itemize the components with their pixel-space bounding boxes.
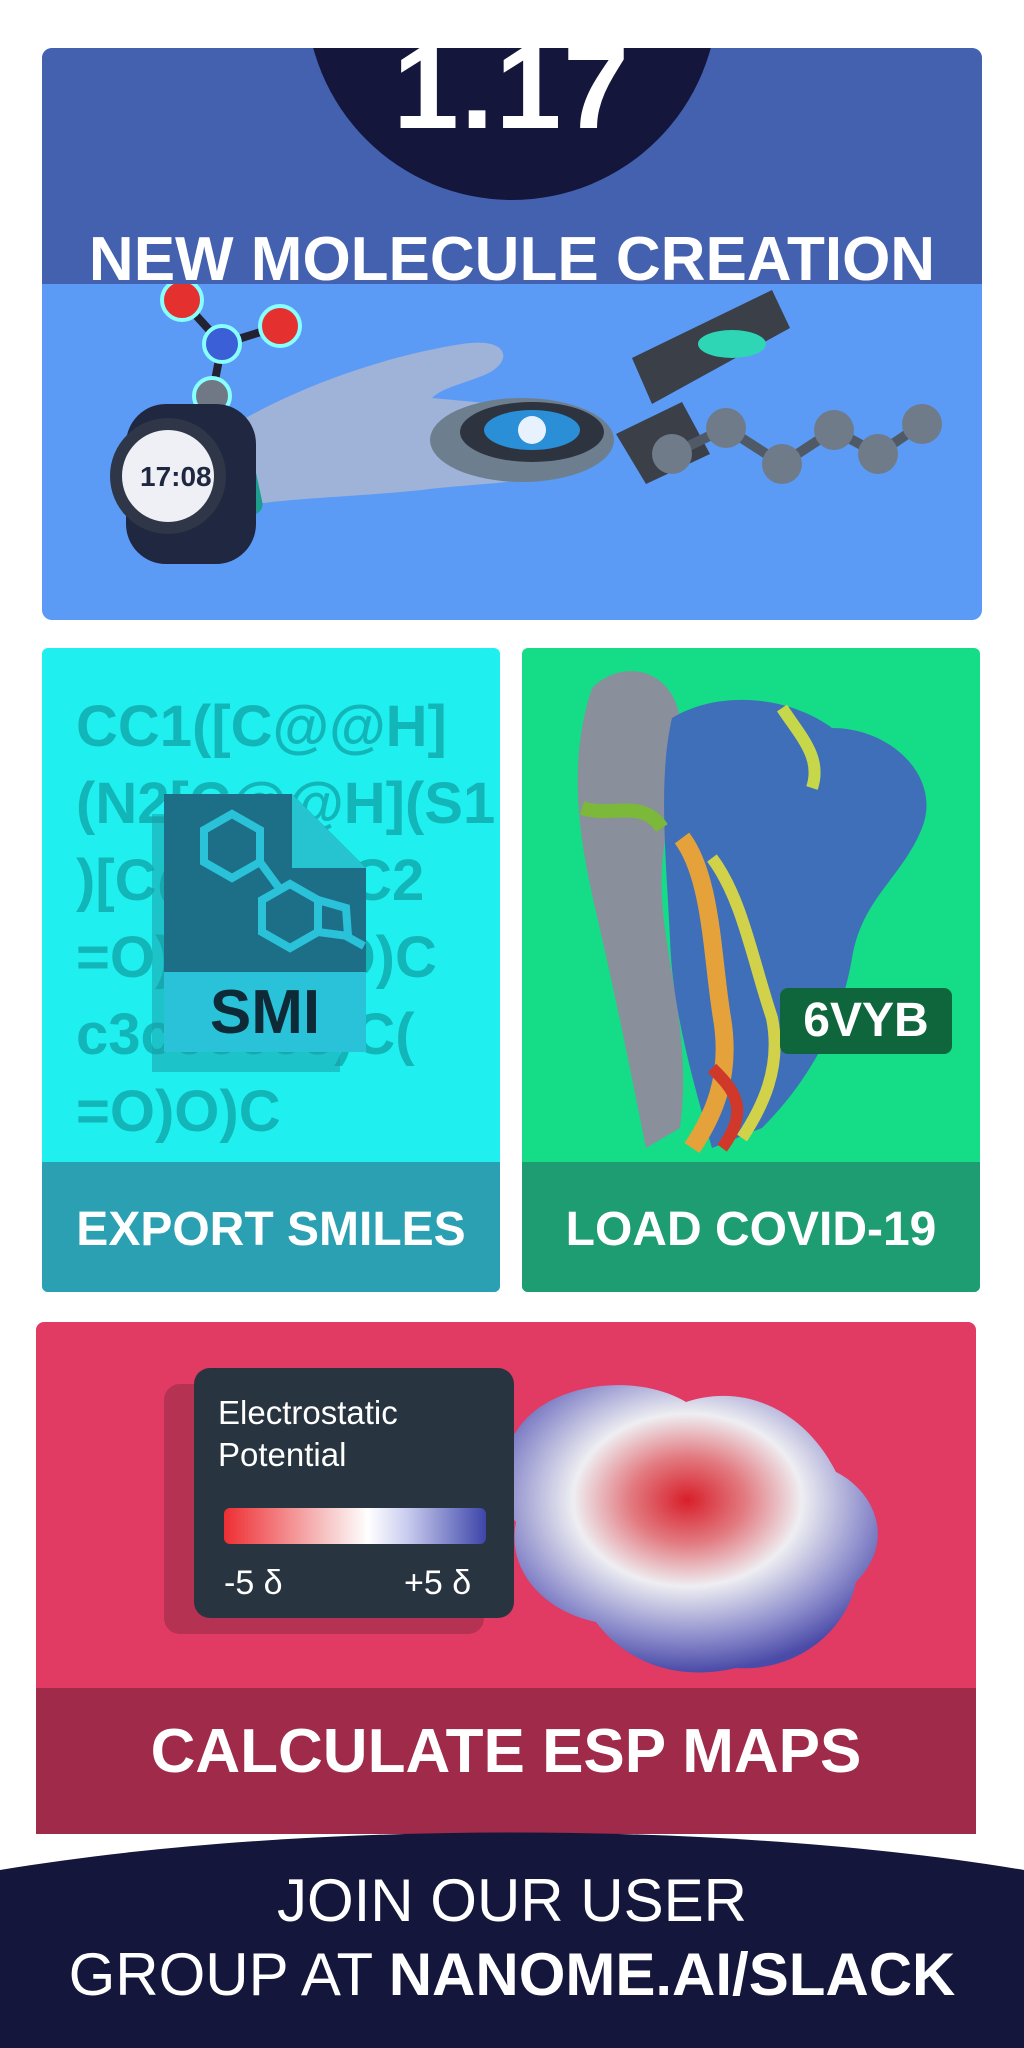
smi-file-label: SMI xyxy=(209,978,321,1047)
export-smiles-card[interactable]: CC1([C@@H] (N2[C@@H](S1 )[C@@H](C2 =O)N(… xyxy=(42,648,500,1292)
smi-file-icon: SMI xyxy=(142,790,382,1076)
watch-icon: 17:08 xyxy=(110,404,256,564)
legend-color-scale xyxy=(224,1508,486,1544)
pdb-id-badge: 6VYB xyxy=(780,988,952,1054)
footer-line-1: JOIN OUR USER xyxy=(276,1867,748,1934)
floating-molecule-icon xyxy=(160,284,302,416)
esp-surface-image xyxy=(497,1385,878,1673)
slack-link[interactable]: NANOME.AI/SLACK xyxy=(389,1941,956,2008)
esp-legend-card: Electrostatic Potential -5 δ +5 δ xyxy=(194,1368,514,1618)
footer-line-2-prefix: GROUP AT xyxy=(68,1941,389,2008)
esp-label: CALCULATE ESP MAPS xyxy=(150,1717,862,1786)
panel-title: NEW MOLECULE CREATION xyxy=(88,225,936,294)
legend-min-label: -5 δ xyxy=(224,1564,283,1602)
export-smiles-label: EXPORT SMILES xyxy=(76,1203,466,1256)
molecule-creation-panel: 17:08 1.17 NEW MOLECULE CREATION xyxy=(42,48,982,620)
footer-line-2: GROUP AT NANOME.AI/SLACK xyxy=(0,1942,1024,2008)
vr-hand-illustration: 17:08 xyxy=(110,284,942,564)
spike-protein-image xyxy=(577,671,927,1153)
legend-max-label: +5 δ xyxy=(404,1564,472,1602)
vr-controller-icon xyxy=(430,398,614,482)
load-covid-card[interactable]: 6VYB LOAD COVID-19 xyxy=(522,648,980,1292)
chain-molecule-icon xyxy=(652,404,942,484)
load-covid-label: LOAD COVID-19 xyxy=(565,1203,937,1256)
legend-title: Electrostatic Potential xyxy=(218,1394,398,1473)
esp-maps-panel[interactable]: Electrostatic Potential -5 δ +5 δ CALCUL… xyxy=(36,1322,976,1834)
version-number: 1.17 xyxy=(393,48,631,154)
svg-text:17:08: 17:08 xyxy=(140,461,212,492)
